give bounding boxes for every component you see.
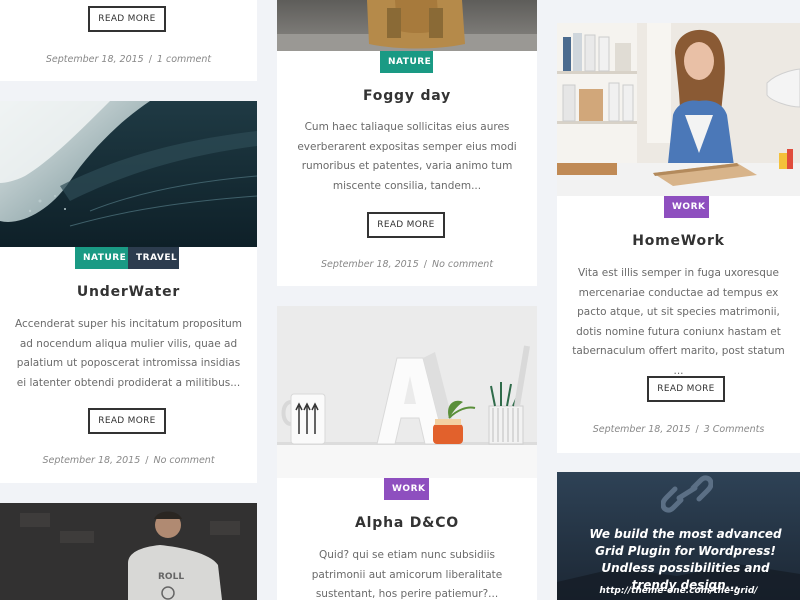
- tag-work[interactable]: WORK: [384, 478, 429, 500]
- post-tags: WORK: [384, 478, 429, 500]
- post-comments[interactable]: No comment: [432, 259, 493, 270]
- card-top-left: READ MORE September 18, 2015/1 comment: [0, 0, 257, 81]
- post-image-wave[interactable]: [0, 101, 257, 247]
- post-excerpt: Quid? qui se etiam nunc subsidiis patrim…: [311, 549, 503, 600]
- post-excerpt: Vita est illis semper in fuga uxoresque …: [572, 267, 785, 377]
- post-excerpt: Cum haec taliaque sollicitas eius aures …: [297, 121, 517, 192]
- fog-image: [277, 0, 537, 51]
- post-meta: September 18, 2015/No comment: [42, 455, 215, 466]
- post-date: September 18, 2015: [320, 259, 419, 270]
- promo-text: We build the most advanced Grid Plugin f…: [589, 527, 782, 592]
- card-bottom-left: ROLL: [0, 503, 257, 600]
- post-image-girl-studying[interactable]: [557, 23, 800, 196]
- post-comments[interactable]: 3 Comments: [704, 424, 765, 435]
- card-underwater: NATURE TRAVEL UnderWater Accenderat supe…: [0, 101, 257, 483]
- post-image-fog[interactable]: [277, 0, 537, 51]
- post-date: September 18, 2015: [592, 424, 691, 435]
- tag-nature[interactable]: NATURE: [380, 51, 433, 73]
- post-title[interactable]: Foggy day: [277, 88, 537, 104]
- svg-text:ROLL: ROLL: [158, 572, 184, 582]
- post-title[interactable]: UnderWater: [0, 284, 257, 300]
- read-more-button[interactable]: READ MORE: [647, 376, 725, 402]
- wave-image: [0, 101, 257, 247]
- post-excerpt: Accenderat super his incitatum propositu…: [14, 318, 243, 389]
- post-tags: NATURE: [380, 51, 433, 73]
- post-tags: NATURE TRAVEL: [75, 247, 179, 269]
- letter-a-image: [277, 306, 537, 478]
- post-tags: WORK: [664, 196, 709, 218]
- read-more-button[interactable]: READ MORE: [367, 212, 445, 238]
- card-foggy-day: NATURE Foggy day Cum haec taliaque solli…: [277, 0, 537, 286]
- card-alpha-dco: WORK Alpha D&CO Quid? qui se etiam nunc …: [277, 306, 537, 600]
- post-date: September 18, 2015: [45, 54, 144, 65]
- card-promo[interactable]: We build the most advanced Grid Plugin f…: [557, 472, 800, 600]
- post-comments[interactable]: 1 comment: [157, 54, 211, 65]
- promo-url[interactable]: http://theme-one.com/the-grid/: [557, 586, 800, 596]
- post-meta: September 18, 2015/1 comment: [45, 54, 212, 65]
- read-more-button[interactable]: READ MORE: [88, 6, 166, 32]
- post-title[interactable]: Alpha D&CO: [277, 515, 537, 531]
- post-title[interactable]: HomeWork: [557, 233, 800, 249]
- post-date: September 18, 2015: [42, 455, 141, 466]
- post-meta: September 18, 2015/No comment: [320, 259, 494, 270]
- read-more-button[interactable]: READ MORE: [88, 408, 166, 434]
- link-icon: [661, 475, 713, 513]
- tag-travel[interactable]: TRAVEL: [128, 247, 179, 269]
- post-image-letter-a[interactable]: [277, 306, 537, 478]
- tag-nature[interactable]: NATURE: [75, 247, 128, 269]
- post-image-man[interactable]: ROLL: [0, 503, 257, 600]
- post-comments[interactable]: No comment: [153, 455, 214, 466]
- tag-work[interactable]: WORK: [664, 196, 709, 218]
- post-meta: September 18, 2015/3 Comments: [592, 424, 765, 435]
- girl-studying-image: [557, 23, 800, 196]
- card-homework: WORK HomeWork Vita est illis semper in f…: [557, 23, 800, 453]
